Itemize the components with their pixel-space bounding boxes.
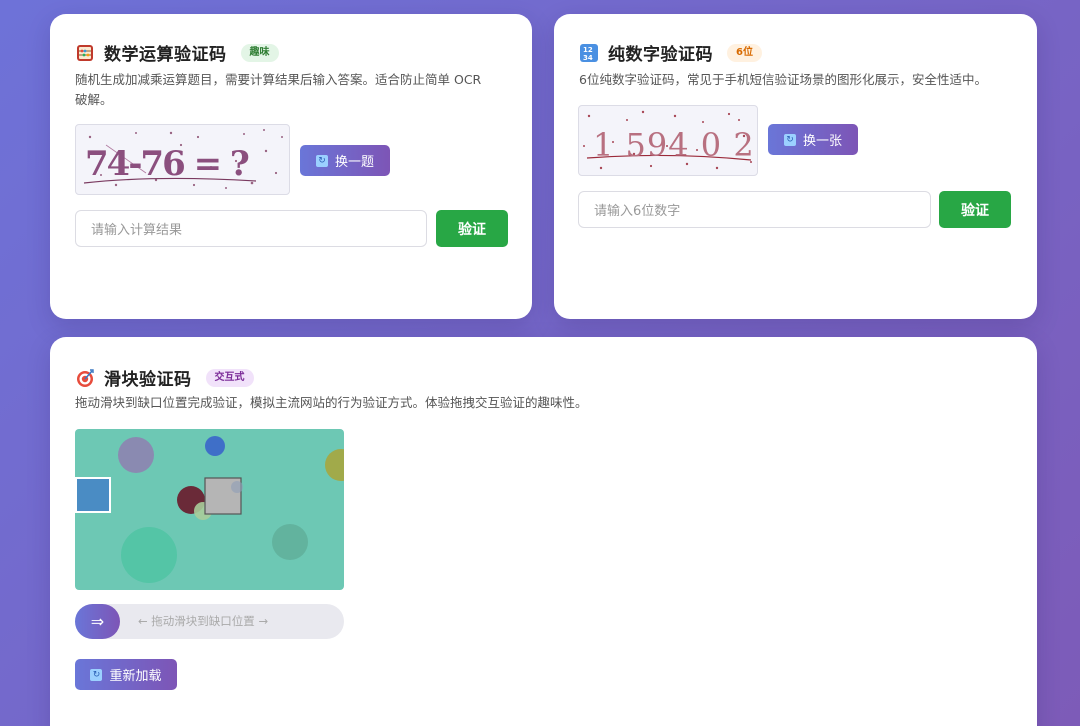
abacus-icon <box>75 43 95 63</box>
reload-button[interactable]: ↻ 重新加载 <box>75 659 177 690</box>
digit-refresh-label: 换一张 <box>802 134 842 149</box>
math-card-title: 数学运算验证码 <box>104 45 227 65</box>
math-answer-input[interactable]: 请输入计算结果 <box>75 210 427 247</box>
slider-puzzle-image <box>75 429 344 590</box>
math-card-header: 数学运算验证码 趣味 <box>75 40 279 65</box>
reload-label: 重新加载 <box>109 669 162 684</box>
digit-card-title: 纯数字验证码 <box>608 45 713 65</box>
refresh-icon: ↻ <box>315 154 328 167</box>
digit-answer-input[interactable]: 请输入6位数字 <box>578 191 931 228</box>
digit-captcha-card: 12 34 纯数字验证码 6位 6位纯数字验证码，常见于手机短信验证场景的图形化… <box>554 14 1037 319</box>
svg-text:34: 34 <box>583 54 593 62</box>
math-input-placeholder: 请输入计算结果 <box>91 223 183 238</box>
math-card-description: 随机生成加减乘运算题目，需要计算结果后输入答案。适合防止简单 OCR 破解。 <box>75 70 515 110</box>
slider-card-description: 拖动滑块到缺口位置完成验证，模拟主流网站的行为验证方式。体验拖拽交互验证的趣味性… <box>75 395 588 410</box>
target-icon <box>75 368 95 388</box>
digit-captcha-image[interactable]: 1 594 0 2 <box>578 105 758 176</box>
math-desc-line1: 随机生成加减乘运算题目，需要计算结果后输入答案。适合防止简单 OCR <box>75 72 482 87</box>
digit-card-badge: 6位 <box>727 43 762 62</box>
slider-track[interactable]: ⇒ ← 拖动滑块到缺口位置 → <box>75 604 344 639</box>
numbers-icon: 12 34 <box>579 43 599 63</box>
refresh-icon: ↻ <box>90 668 103 681</box>
arrow-right-icon: ⇒ <box>90 612 105 631</box>
digit-verify-label: 验证 <box>961 202 989 219</box>
puzzle-piece <box>75 477 111 513</box>
slider-card-header: 滑块验证码 交互式 <box>75 365 254 390</box>
slider-card-badge: 交互式 <box>205 368 254 387</box>
digit-refresh-button[interactable]: ↻ 换一张 <box>768 124 858 155</box>
digit-verify-button[interactable]: 验证 <box>939 191 1011 228</box>
svg-text:12: 12 <box>583 46 593 54</box>
digit-captcha-text: 1 594 0 2 <box>593 126 755 164</box>
math-card-badge: 趣味 <box>240 43 279 62</box>
math-desc-line2: 破解。 <box>75 92 113 107</box>
math-refresh-label: 换一题 <box>334 155 374 170</box>
slider-hint-text: ← 拖动滑块到缺口位置 → <box>138 614 269 628</box>
digit-input-placeholder: 请输入6位数字 <box>594 204 681 219</box>
slider-card-title: 滑块验证码 <box>104 370 192 390</box>
slider-handle[interactable]: ⇒ <box>75 604 120 639</box>
math-refresh-button[interactable]: ↻ 换一题 <box>300 145 390 176</box>
digit-card-header: 12 34 纯数字验证码 6位 <box>579 40 762 65</box>
math-verify-label: 验证 <box>458 221 486 238</box>
slider-captcha-card: 滑块验证码 交互式 拖动滑块到缺口位置完成验证，模拟主流网站的行为验证方式。体验… <box>50 337 1037 726</box>
refresh-icon: ↻ <box>783 133 796 146</box>
digit-card-description: 6位纯数字验证码，常见于手机短信验证场景的图形化展示，安全性适中。 <box>579 72 987 87</box>
math-captcha-card: 数学运算验证码 趣味 随机生成加减乘运算题目，需要计算结果后输入答案。适合防止简… <box>50 14 532 319</box>
math-verify-button[interactable]: 验证 <box>436 210 508 247</box>
math-captcha-text: 74-76 = ? <box>85 144 249 184</box>
math-captcha-image[interactable]: 74-76 = ? <box>75 124 290 195</box>
